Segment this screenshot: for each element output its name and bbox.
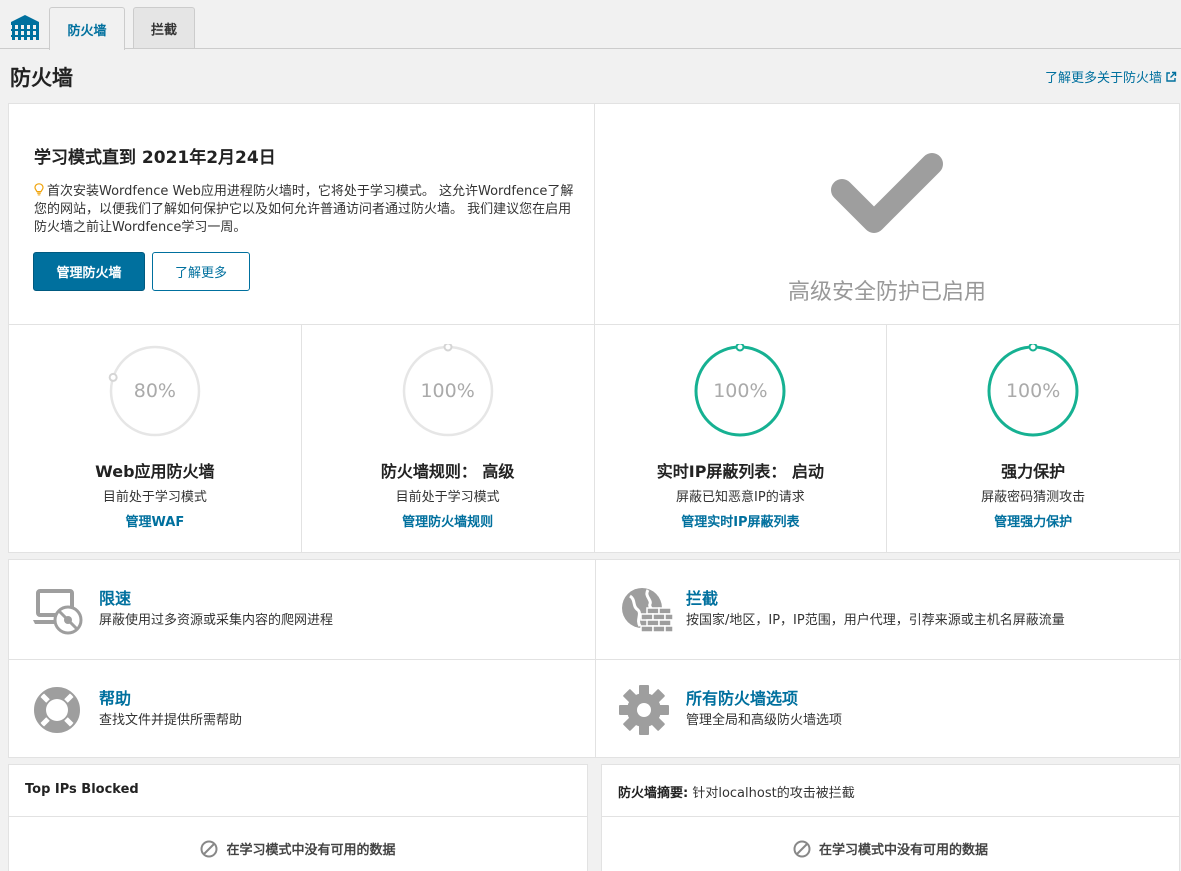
gauge-marker <box>1028 344 1038 352</box>
stat-subtitle: 目前处于学习模式 <box>102 490 207 505</box>
stat-title: Web应用防火墙 <box>95 462 215 481</box>
card-title-rest: 针对localhost的攻击被拦截 <box>688 786 855 801</box>
card-header: Top IPs Blocked <box>9 765 587 817</box>
firewall-summary-card: 防火墙摘要: 针对localhost的攻击被拦截 在学习模式中没有可用的数据 <box>601 764 1180 871</box>
stat-title: 防火墙规则： 高级 <box>380 462 515 481</box>
card-empty-state: 在学习模式中没有可用的数据 <box>9 839 587 858</box>
gear-icon <box>619 685 669 735</box>
tab-bar: 防火墙 拦截 <box>0 0 1181 50</box>
firewall-stats-row: 80% Web应用防火墙 目前处于学习模式 管理WAF 100% 防火墙规则： … <box>8 324 1180 553</box>
card-title: Top IPs Blocked <box>25 782 139 797</box>
learn-more-link[interactable]: 了解更多关于防火墙 <box>1045 67 1177 86</box>
gauge-percent: 100% <box>420 380 475 402</box>
gauge-percent: 80% <box>133 380 176 402</box>
tab-firewall[interactable]: 防火墙 <box>49 7 125 50</box>
manage-ip-blocklist-link[interactable]: 管理实时IP屏蔽列表 <box>595 511 887 530</box>
feature-all-options[interactable]: 所有防火墙选项 管理全局和高级防火墙选项 <box>595 659 1181 758</box>
feature-description: 屏蔽使用过多资源或采集内容的爬网进程 <box>99 613 334 628</box>
tab-blocking[interactable]: 拦截 <box>133 7 195 48</box>
laptop-block-icon <box>33 589 83 635</box>
gauge-percent: 100% <box>713 380 768 402</box>
stat-title: 强力保护 <box>1001 462 1066 481</box>
learning-mode-title: 学习模式直到 2021年2月24日 <box>34 148 276 168</box>
protection-status-text: 高级安全防护已启用 <box>787 280 986 305</box>
feature-description: 查找文件并提供所需帮助 <box>99 713 243 728</box>
feature-grid: 限速 屏蔽使用过多资源或采集内容的爬网进程 拦截 按国家/地区，IP，IP范围，… <box>8 559 1181 758</box>
lifebuoy-icon <box>34 687 80 733</box>
wordfence-logo-icon <box>11 15 39 40</box>
feature-description: 管理全局和高级防火墙选项 <box>686 713 843 728</box>
manage-waf-link[interactable]: 管理WAF <box>9 511 301 530</box>
manage-brute-force-link[interactable]: 管理强力保护 <box>887 511 1179 530</box>
learning-mode-description: 首次安装Wordfence Web应用进程防火墙时，它将处于学习模式。 这允许W… <box>34 183 574 237</box>
feature-description: 按国家/地区，IP，IP范围，用户代理，引荐来源或主机名屏蔽流量 <box>686 613 1065 628</box>
learn-more-button[interactable]: 了解更多 <box>152 252 250 291</box>
card-empty-state: 在学习模式中没有可用的数据 <box>602 839 1179 858</box>
card-title-bold: 防火墙摘要: <box>618 786 689 801</box>
no-data-icon <box>200 840 218 857</box>
feature-title[interactable]: 拦截 <box>686 585 718 609</box>
learn-more-label: 了解更多关于防火墙 <box>1044 71 1162 86</box>
feature-title[interactable]: 所有防火墙选项 <box>686 685 798 709</box>
stat-brute-force: 100% 强力保护 屏蔽密码猜测攻击 管理强力保护 <box>887 325 1179 552</box>
empty-state-text: 在学习模式中没有可用的数据 <box>818 843 988 858</box>
card-header: 防火墙摘要: 针对localhost的攻击被拦截 <box>602 765 1179 817</box>
stat-ip-blocklist: 100% 实时IP屏蔽列表： 启动 屏蔽已知恶意IP的请求 管理实时IP屏蔽列表 <box>595 325 888 552</box>
external-link-icon <box>1166 71 1177 82</box>
manage-firewall-rules-link[interactable]: 管理防火墙规则 <box>302 511 594 530</box>
gauge-marker <box>443 344 453 352</box>
feature-blocking[interactable]: 拦截 按国家/地区，IP，IP范围，用户代理，引荐来源或主机名屏蔽流量 <box>595 560 1181 659</box>
feature-rate-limiting[interactable]: 限速 屏蔽使用过多资源或采集内容的爬网进程 <box>9 560 595 659</box>
learning-mode-text: 首次安装Wordfence Web应用进程防火墙时，它将处于学习模式。 这允许W… <box>34 184 574 235</box>
checkmark-icon <box>831 153 943 233</box>
globe-wall-icon <box>622 588 674 633</box>
page-title: 防火墙 <box>10 66 73 90</box>
stat-subtitle: 屏蔽密码猜测攻击 <box>981 490 1086 505</box>
empty-state-text: 在学习模式中没有可用的数据 <box>226 843 396 858</box>
stat-subtitle: 屏蔽已知恶意IP的请求 <box>676 490 805 505</box>
top-ips-blocked-card: Top IPs Blocked 在学习模式中没有可用的数据 <box>8 764 588 871</box>
stat-title: 实时IP屏蔽列表： 启动 <box>656 462 824 481</box>
gauge-percent: 100% <box>1005 380 1061 402</box>
protection-status-panel: 高级安全防护已启用 <box>594 103 1180 325</box>
no-data-icon <box>793 840 811 857</box>
stat-waf: 80% Web应用防火墙 目前处于学习模式 管理WAF <box>9 325 302 552</box>
feature-help[interactable]: 帮助 查找文件并提供所需帮助 <box>9 659 595 758</box>
feature-title[interactable]: 限速 <box>99 585 131 609</box>
stat-firewall-rules: 100% 防火墙规则： 高级 目前处于学习模式 管理防火墙规则 <box>302 325 595 552</box>
gauge-marker <box>735 344 745 352</box>
feature-title[interactable]: 帮助 <box>99 685 131 709</box>
stat-subtitle: 目前处于学习模式 <box>395 490 500 505</box>
manage-firewall-button[interactable]: 管理防火墙 <box>33 252 145 291</box>
lightbulb-icon <box>34 183 44 196</box>
learning-mode-panel: 学习模式直到 2021年2月24日 首次安装Wordfence Web应用进程防… <box>8 103 595 325</box>
